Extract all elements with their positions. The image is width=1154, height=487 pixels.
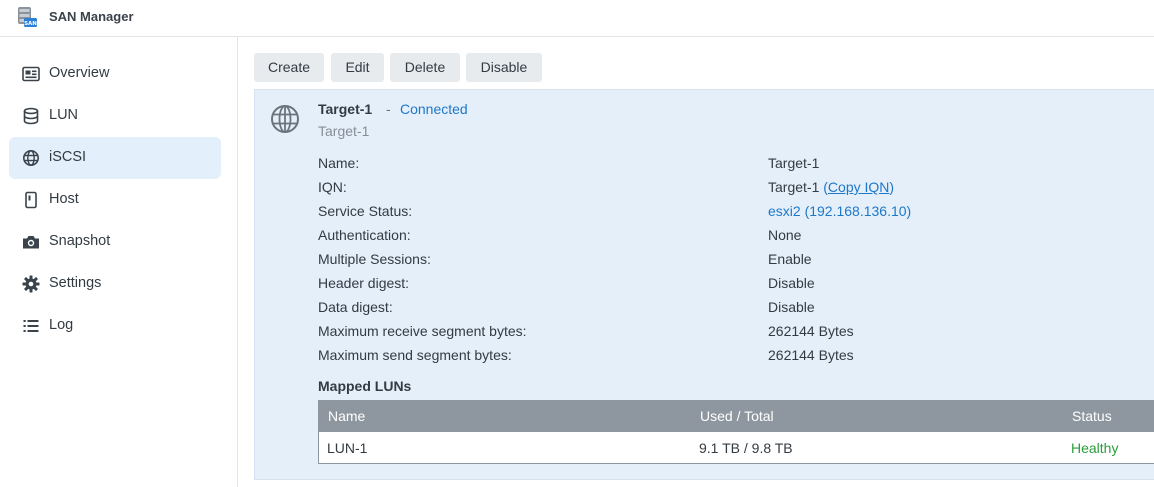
sidebar-item-label: Log: [49, 317, 74, 333]
prop-label-multiple-sessions: Multiple Sessions:: [318, 251, 431, 267]
prop-label-header-digest: Header digest:: [318, 275, 410, 291]
sidebar-item-settings[interactable]: Settings: [9, 263, 221, 305]
camera-icon: [23, 236, 39, 249]
table-header: Name Used / Total Status: [319, 401, 1154, 432]
paren-close: ): [889, 179, 895, 195]
prop-value-authentication: None: [768, 227, 802, 243]
san-manager-icon: SAN: [18, 7, 37, 27]
prop-value-data-digest: Disable: [768, 299, 815, 315]
prop-value-multiple-sessions: Enable: [768, 251, 812, 267]
host-icon: [25, 191, 37, 209]
sidebar-item-lun[interactable]: LUN: [9, 95, 221, 137]
create-button[interactable]: Create: [254, 53, 324, 82]
prop-value-name: Target-1: [768, 155, 820, 171]
sidebar-item-label: Overview: [49, 65, 110, 81]
sidebar-item-host[interactable]: Host: [9, 179, 221, 221]
sidebar-item-iscsi[interactable]: iSCSI: [9, 137, 221, 179]
separator: -: [386, 101, 391, 117]
prop-value-service-status: esxi2 (192.168.136.10): [768, 203, 912, 219]
delete-button[interactable]: Delete: [390, 53, 460, 82]
lun-status: Healthy: [1071, 440, 1119, 456]
sidebar-item-label: LUN: [49, 107, 79, 123]
prop-label-max-receive-bytes: Maximum receive segment bytes:: [318, 323, 527, 339]
connection-status: Connected: [400, 101, 468, 117]
prop-label-service-status: Service Status:: [318, 203, 413, 219]
globe-icon: [23, 150, 39, 166]
sidebar-item-label: Settings: [49, 275, 102, 291]
gear-icon: [22, 275, 40, 293]
prop-value-iqn: Target-1 (Copy IQN): [768, 179, 894, 195]
globe-icon: [271, 105, 299, 133]
mapped-luns-title: Mapped LUNs: [318, 378, 412, 394]
prop-value-max-send-bytes: 262144 Bytes: [768, 347, 854, 363]
list-icon: [23, 320, 39, 332]
main-content: Create Edit Delete Disable Target-1 - Co…: [239, 37, 1154, 487]
sidebar-item-snapshot[interactable]: Snapshot: [9, 221, 221, 263]
sidebar-item-label: Host: [49, 191, 79, 207]
lun-name: LUN-1: [327, 440, 368, 456]
disable-button[interactable]: Disable: [466, 53, 542, 82]
mapped-luns-table: Name Used / Total Status LUN-1 9.1 TB / …: [318, 400, 1154, 464]
lun-used-total: 9.1 TB / 9.8 TB: [699, 440, 793, 456]
prop-label-iqn: IQN:: [318, 179, 347, 195]
sidebar-item-label: Snapshot: [49, 233, 111, 249]
svg-text:SAN: SAN: [24, 21, 37, 27]
sidebar-item-overview[interactable]: Overview: [9, 53, 221, 95]
copy-iqn-link[interactable]: Copy IQN: [828, 179, 889, 195]
iqn-text: Target-1: [768, 179, 820, 195]
column-header-status[interactable]: Status: [1072, 408, 1112, 424]
prop-value-header-digest: Disable: [768, 275, 815, 291]
target-detail-panel[interactable]: Target-1 - Connected Target-1 Name: Targ…: [254, 89, 1154, 480]
column-header-used-total[interactable]: Used / Total: [700, 408, 774, 424]
prop-label-authentication: Authentication:: [318, 227, 411, 243]
edit-button[interactable]: Edit: [331, 53, 384, 82]
prop-label-max-send-bytes: Maximum send segment bytes:: [318, 347, 512, 363]
overview-icon: [22, 66, 40, 82]
title-bar: SAN SAN Manager: [0, 0, 1154, 37]
target-name: Target-1: [318, 101, 373, 117]
sidebar-item-label: iSCSI: [49, 149, 87, 165]
target-subtitle: Target-1: [318, 123, 370, 139]
app-title: SAN Manager: [49, 9, 134, 24]
prop-value-max-receive-bytes: 262144 Bytes: [768, 323, 854, 339]
prop-label-data-digest: Data digest:: [318, 299, 393, 315]
database-icon: [23, 107, 39, 125]
prop-label-name: Name:: [318, 155, 360, 171]
column-header-name[interactable]: Name: [328, 408, 365, 424]
sidebar-item-log[interactable]: Log: [9, 305, 221, 347]
sidebar: Overview LUN iSCSI Host Snapshot Setting…: [0, 37, 238, 487]
